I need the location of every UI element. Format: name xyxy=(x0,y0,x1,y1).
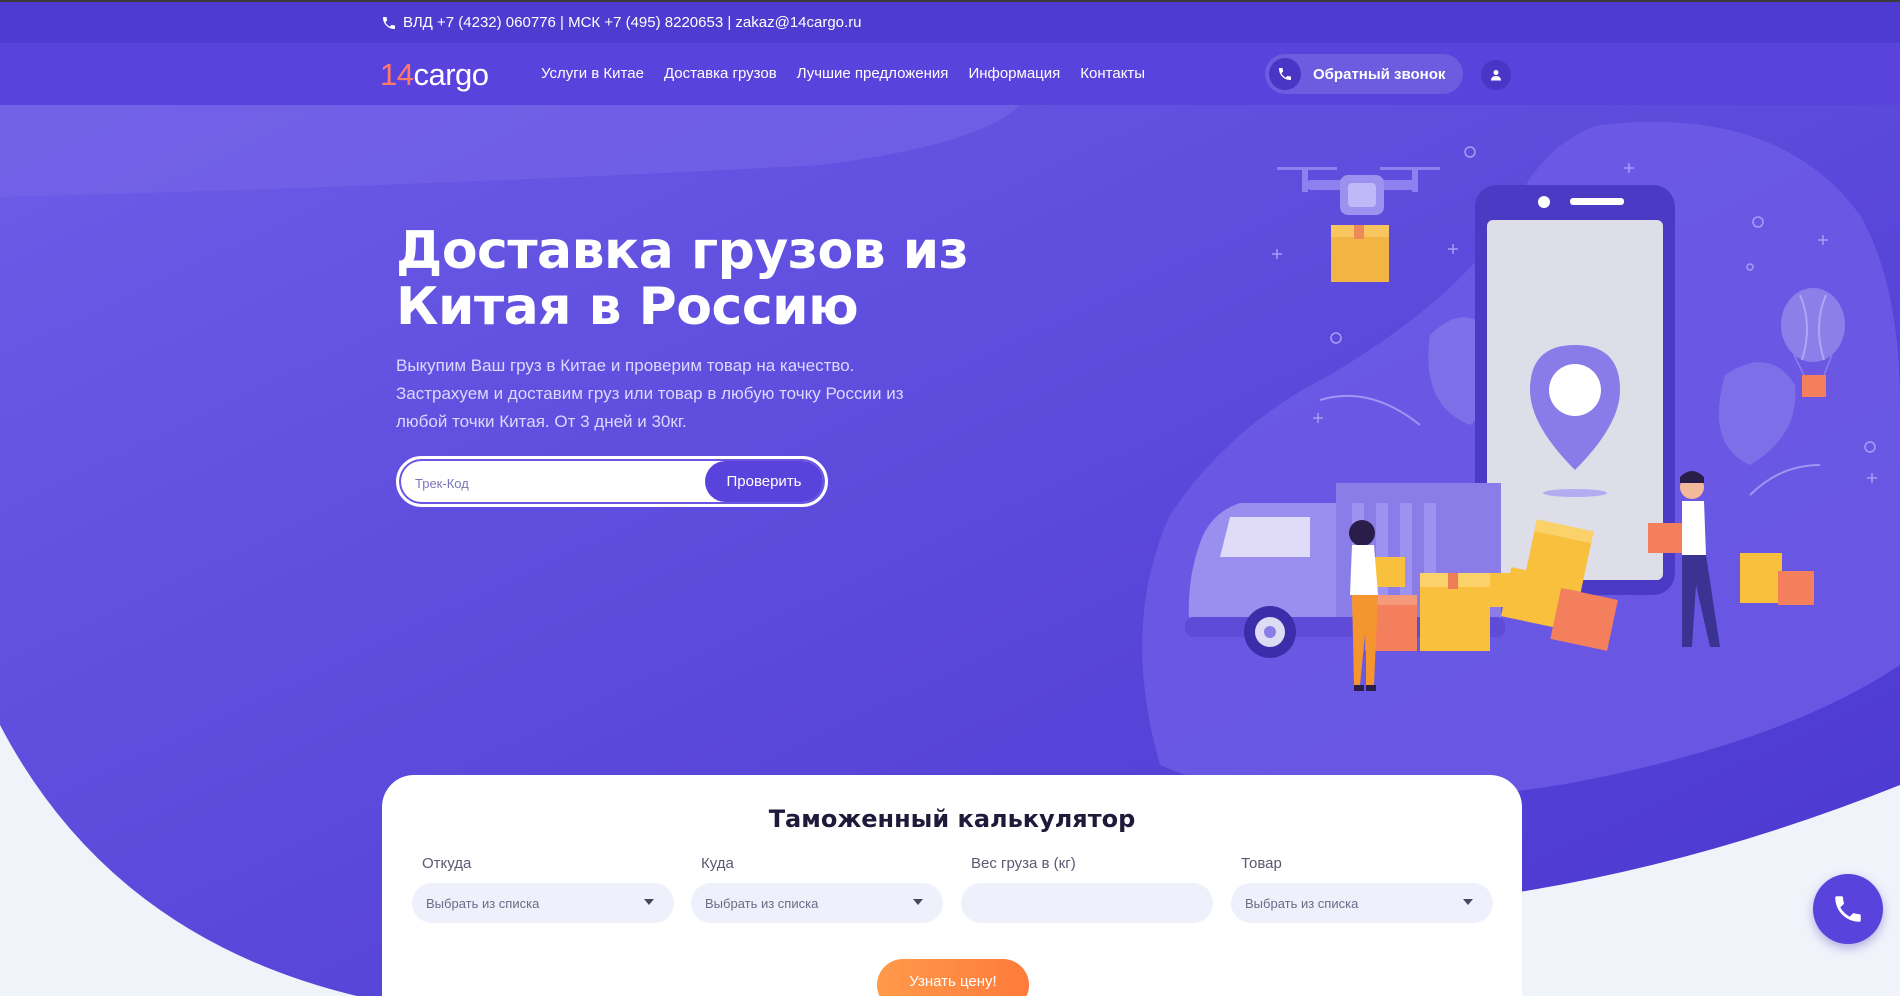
user-icon xyxy=(1491,70,1501,81)
chevron-down-icon xyxy=(913,899,923,905)
nav-menu: Услуги в Китае Доставка грузов Лучшие пр… xyxy=(541,65,1145,82)
nav-item-services[interactable]: Услуги в Китае xyxy=(541,65,644,82)
user-account-button[interactable] xyxy=(1481,60,1511,90)
callback-button[interactable]: Обратный звонок xyxy=(1265,54,1463,94)
product-label: Товар xyxy=(1241,855,1282,872)
product-select[interactable]: Выбрать из списка xyxy=(1231,883,1493,923)
track-code-input[interactable] xyxy=(415,473,675,493)
hero-subtitle-line-1: Выкупим Ваш груз в Китае и проверим това… xyxy=(396,356,855,375)
calculator-title: Таможенный калькулятор xyxy=(768,805,1136,833)
weight-input[interactable] xyxy=(961,883,1213,923)
hero-subtitle: Выкупим Ваш груз в Китае и проверим това… xyxy=(396,352,956,436)
hero-subtitle-line-3: любой точки Китая. От 3 дней и 30кг. xyxy=(396,412,687,431)
woman-figure xyxy=(1349,520,1378,691)
customs-calculator: Таможенный калькулятор Откуда Выбрать из… xyxy=(382,775,1522,996)
delivery-illustration xyxy=(1185,146,1877,691)
hero-subtitle-line-2: Застрахуем и доставим груз или товар в л… xyxy=(396,384,904,403)
logo-text: cargo xyxy=(413,57,489,92)
drone-icon xyxy=(1277,167,1440,282)
product-select-value: Выбрать из списка xyxy=(1245,895,1359,911)
callback-label: Обратный звонок xyxy=(1313,65,1446,83)
get-price-button[interactable]: Узнать цену! xyxy=(877,959,1029,996)
top-info-bar: ВЛД +7 (4232) 060776 | МСК +7 (495) 8220… xyxy=(0,0,1900,43)
from-select[interactable]: Выбрать из списка xyxy=(412,883,674,923)
hero-title: Доставка грузов из Китая в Россию xyxy=(396,223,996,335)
floating-call-button[interactable] xyxy=(1813,874,1883,944)
chevron-down-icon xyxy=(644,899,654,905)
phone-icon xyxy=(1269,58,1301,90)
site-logo[interactable]: 14 cargo xyxy=(380,57,489,93)
track-check-button[interactable]: Проверить xyxy=(705,461,823,502)
phone-icon xyxy=(1835,896,1861,922)
hero-title-line-2: Китая в Россию xyxy=(396,277,859,337)
contact-info[interactable]: ВЛД +7 (4232) 060776 | МСК +7 (495) 8220… xyxy=(403,14,862,31)
from-select-value: Выбрать из списка xyxy=(426,895,540,911)
to-label: Куда xyxy=(701,855,734,872)
weight-label: Вес груза в (кг) xyxy=(971,855,1076,872)
hero-title-line-1: Доставка грузов из xyxy=(396,221,969,281)
from-label: Откуда xyxy=(422,855,472,872)
nav-item-offers[interactable]: Лучшие предложения xyxy=(797,65,949,82)
track-form: Проверить xyxy=(396,456,828,507)
to-select-value: Выбрать из списка xyxy=(705,895,819,911)
nav-item-contacts[interactable]: Контакты xyxy=(1080,65,1145,82)
chevron-down-icon xyxy=(1463,899,1473,905)
logo-number: 14 xyxy=(380,57,414,92)
nav-item-info[interactable]: Информация xyxy=(968,65,1060,82)
main-navbar: 14 cargo Услуги в Китае Доставка грузов … xyxy=(0,43,1900,105)
to-select[interactable]: Выбрать из списка xyxy=(691,883,943,923)
phone-icon xyxy=(383,16,395,29)
nav-item-delivery[interactable]: Доставка грузов xyxy=(664,65,777,82)
